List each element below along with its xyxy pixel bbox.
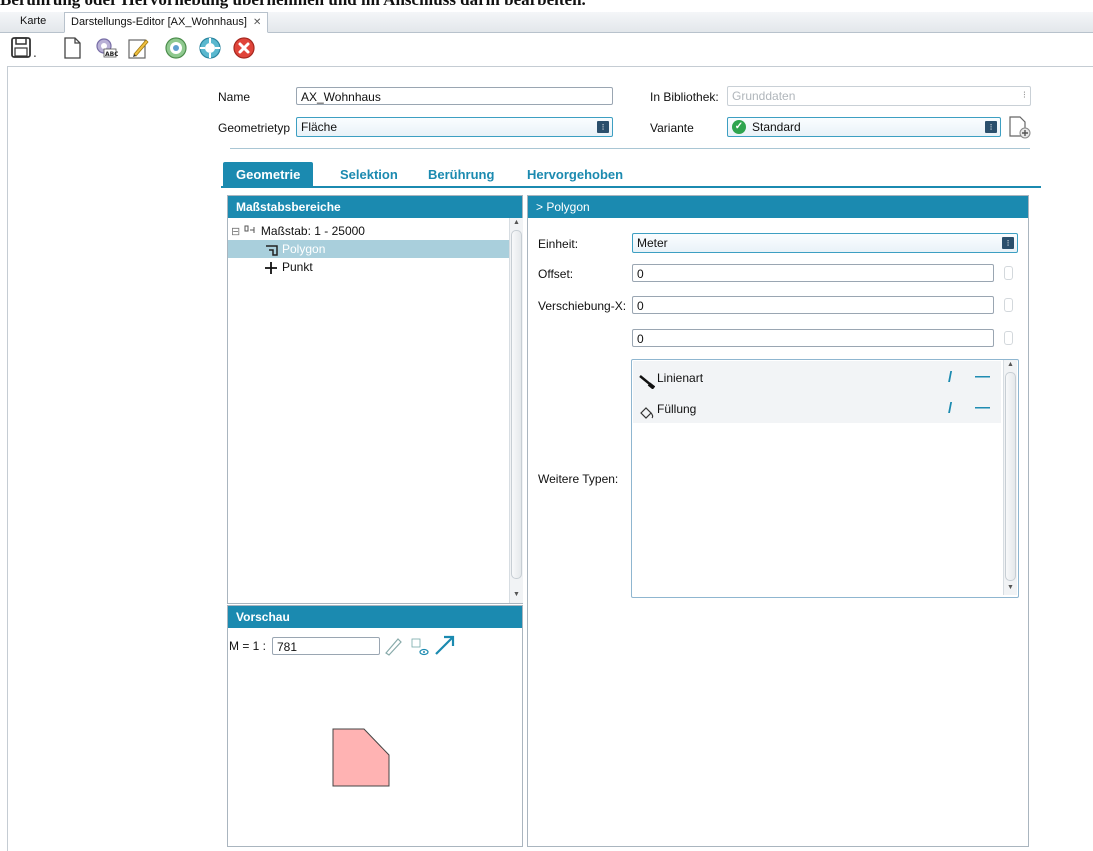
- variante-value: Standard: [752, 120, 801, 134]
- scale-range-icon: [244, 224, 261, 238]
- svg-text:ABC: ABC: [105, 51, 118, 58]
- remove-icon[interactable]: —: [975, 363, 990, 391]
- arrow-up-right-icon[interactable]: [433, 634, 455, 659]
- search-abc-icon[interactable]: ABC: [94, 36, 119, 60]
- type-row-fuellung[interactable]: Füllung / —: [637, 395, 1001, 423]
- select-arrow-icon: ⁝: [597, 121, 609, 133]
- scales-panel: Maßstabsbereiche ▲ ▼ ⊟ Maßstab: 1 - 2500…: [227, 195, 523, 604]
- einheit-label: Einheit:: [538, 237, 579, 251]
- fuellung-label: Füllung: [657, 402, 697, 416]
- close-icon[interactable]: ✕: [253, 17, 261, 28]
- instruction-banner: Berührung oder Hervorhebung übernehmen u…: [0, 0, 1093, 9]
- delete-circle-icon[interactable]: [232, 36, 256, 60]
- library-select: Grunddaten ⁝: [727, 86, 1031, 106]
- geometrietyp-select[interactable]: Fläche ⁝: [296, 117, 613, 137]
- edit-icon[interactable]: [126, 36, 150, 60]
- add-variant-icon[interactable]: [1006, 114, 1032, 143]
- scale-input[interactable]: 781: [272, 637, 380, 655]
- edit-pencil-icon[interactable]: /: [948, 395, 952, 423]
- scales-panel-title: Maßstabsbereiche: [228, 196, 522, 218]
- scale-prefix: M = 1 :: [229, 639, 267, 653]
- tab-editor-label: Darstellungs-Editor [AX_Wohnhaus]: [71, 16, 247, 28]
- tab-hervorgehoben[interactable]: Hervorgehoben: [527, 162, 623, 187]
- tree-scale-node[interactable]: ⊟ Maßstab: 1 - 25000: [231, 222, 365, 240]
- einheit-select[interactable]: Meter ⁝: [632, 233, 1018, 253]
- verschiebung-x-input[interactable]: 0: [632, 296, 994, 314]
- tree-item-punkt[interactable]: Punkt: [228, 258, 509, 276]
- add-circle-icon[interactable]: [198, 36, 222, 60]
- save-icon[interactable]: .: [10, 36, 37, 60]
- offset-input[interactable]: 0: [632, 264, 994, 282]
- scale-label: Maßstab: 1 - 25000: [260, 224, 365, 238]
- preview-panel: Vorschau M = 1 : 781: [227, 605, 523, 847]
- scrollbar[interactable]: ▲ ▼: [509, 218, 523, 603]
- variante-select[interactable]: ✓ Standard ⁝: [727, 117, 1001, 137]
- tab-geometrie[interactable]: Geometrie: [223, 162, 314, 187]
- preview-visibility-icon[interactable]: [411, 638, 429, 659]
- library-value: Grunddaten: [732, 89, 796, 103]
- weitere-typen-label: Weitere Typen:: [538, 472, 619, 486]
- types-scrollbar[interactable]: ▲ ▼: [1003, 360, 1017, 595]
- edit-pencil-icon[interactable]: /: [948, 364, 952, 392]
- tab-beruehrung[interactable]: Berührung: [428, 162, 494, 187]
- name-input[interactable]: AX_Wohnhaus: [296, 87, 613, 105]
- scroll-up-icon[interactable]: ▲: [1007, 361, 1014, 368]
- name-label: Name: [218, 90, 251, 104]
- preview-polygon-shape: [332, 728, 392, 791]
- divider: [230, 148, 1030, 149]
- svg-text:.: .: [33, 46, 37, 60]
- tab-karte-label: Karte: [20, 15, 47, 27]
- variante-label: Variante: [650, 121, 694, 135]
- remove-icon[interactable]: —: [975, 394, 990, 422]
- verschiebung-x-spinner-icon[interactable]: [1004, 298, 1013, 312]
- polygon-panel: > Polygon Einheit: Meter ⁝ Offset: 0 Ver…: [527, 195, 1029, 847]
- tab-underline: [221, 186, 1041, 188]
- fill-bucket-icon: [639, 402, 655, 430]
- punkt-label: Punkt: [282, 260, 313, 274]
- verschiebung-y-input[interactable]: 0: [632, 329, 994, 347]
- tab-karte[interactable]: Karte: [14, 12, 52, 31]
- collapse-icon[interactable]: ⊟: [231, 226, 240, 238]
- scroll-down-icon[interactable]: ▼: [513, 591, 520, 598]
- tree-item-polygon[interactable]: Polygon: [228, 240, 509, 258]
- type-row-linienart[interactable]: Linienart / —: [637, 364, 1001, 392]
- geometrietyp-value: Fläche: [301, 120, 338, 134]
- preview-panel-title: Vorschau: [228, 606, 522, 628]
- ruler-icon[interactable]: [383, 636, 403, 659]
- scroll-thumb[interactable]: [511, 230, 522, 579]
- new-document-icon[interactable]: [60, 36, 84, 60]
- polygon-label: Polygon: [282, 242, 326, 256]
- refresh-settings-icon[interactable]: [164, 36, 188, 60]
- point-icon: [265, 261, 277, 279]
- linienart-label: Linienart: [657, 371, 704, 385]
- scroll-thumb[interactable]: [1005, 372, 1016, 581]
- select-arrow-icon: ⁝: [1002, 237, 1014, 249]
- check-circle-icon: ✓: [732, 120, 746, 134]
- scroll-down-icon[interactable]: ▼: [1007, 584, 1014, 591]
- tab-selektion[interactable]: Selektion: [340, 162, 398, 187]
- offset-label: Offset:: [538, 267, 574, 281]
- library-label: In Bibliothek:: [650, 90, 719, 104]
- tab-darstellungs-editor[interactable]: Darstellungs-Editor [AX_Wohnhaus] ✕: [64, 12, 269, 33]
- select-arrow-icon: ⁝: [985, 121, 997, 133]
- chevron-icon: ⁝: [1022, 90, 1026, 101]
- types-list: Linienart / — Füllung / — ▲ ▼: [631, 359, 1019, 598]
- geometrietyp-label: Geometrietyp: [218, 121, 291, 135]
- scroll-up-icon[interactable]: ▲: [513, 219, 520, 226]
- polygon-panel-title: > Polygon: [528, 196, 1028, 218]
- verschiebung-y-spinner-icon[interactable]: [1004, 331, 1013, 345]
- einheit-value: Meter: [637, 236, 668, 250]
- verschiebung-x-label: Verschiebung-X:: [538, 299, 627, 313]
- offset-spinner-icon[interactable]: [1004, 266, 1013, 280]
